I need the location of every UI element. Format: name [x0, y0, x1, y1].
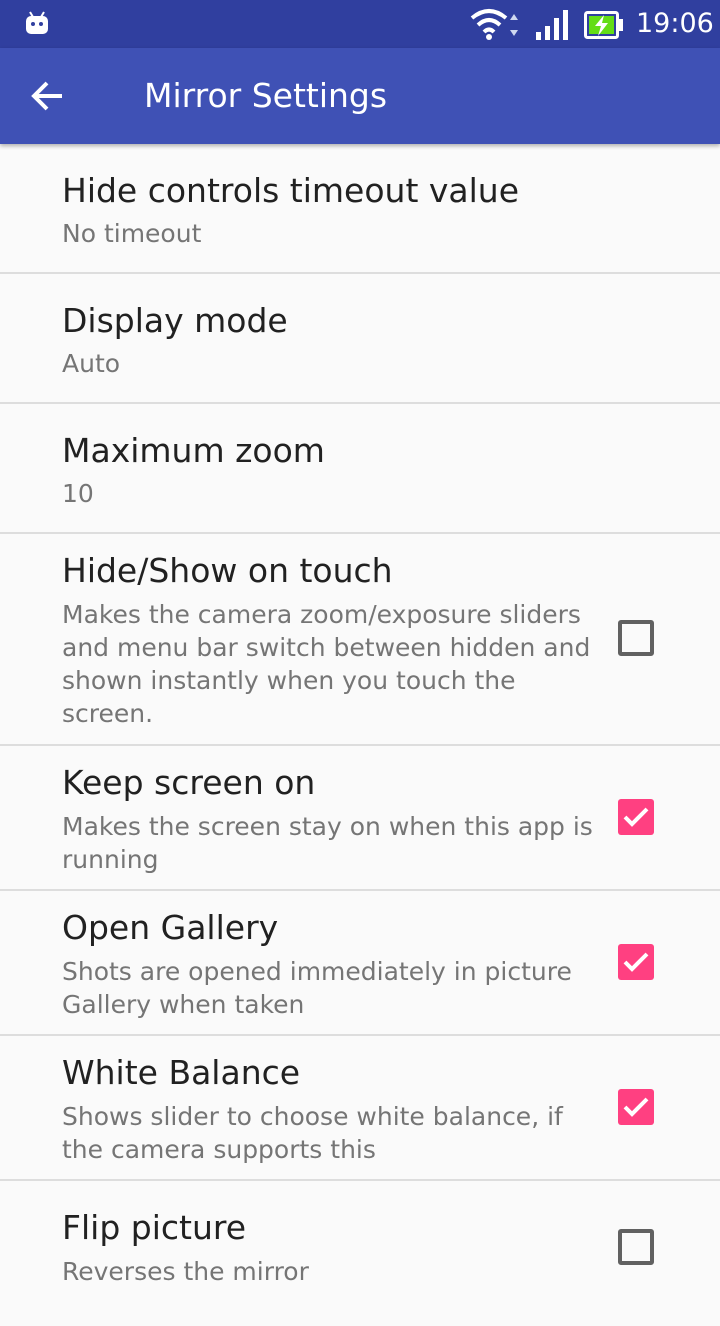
pref-summary: Shows slider to choose white balance, if… — [62, 1102, 563, 1164]
battery-charging-icon — [584, 11, 623, 39]
pref-title: Maximum zoom — [62, 431, 325, 470]
check-icon — [623, 807, 649, 827]
back-button[interactable] — [24, 72, 72, 120]
pref-title: Hide controls timeout value — [62, 171, 520, 210]
app-bar: Mirror Settings — [0, 48, 720, 144]
pref-title: Hide/Show on touch — [62, 551, 393, 590]
open-gallery-checkbox[interactable] — [618, 944, 654, 980]
pref-hide-controls-timeout[interactable]: Hide controls timeout value No timeout — [0, 144, 720, 274]
status-time: 19:06 — [636, 8, 714, 39]
pref-open-gallery[interactable]: Open Gallery Shots are opened immediatel… — [0, 891, 720, 1036]
android-icon — [26, 11, 48, 34]
pref-keep-screen-on[interactable]: Keep screen on Makes the screen stay on … — [0, 746, 720, 891]
pref-white-balance[interactable]: White Balance Shows slider to choose whi… — [0, 1036, 720, 1181]
pref-summary: Shots are opened immediately in picture … — [62, 957, 572, 1019]
pref-title: Keep screen on — [62, 763, 316, 802]
pref-hide-show-on-touch[interactable]: Hide/Show on touch Makes the camera zoom… — [0, 534, 720, 746]
check-icon — [623, 1097, 649, 1117]
pref-summary: Makes the screen stay on when this app i… — [62, 812, 593, 874]
pref-flip-picture[interactable]: Flip picture Reverses the mirror — [0, 1181, 720, 1326]
pref-title: White Balance — [62, 1053, 301, 1092]
preferences-list: Hide controls timeout value No timeout D… — [0, 144, 720, 1326]
hide-show-checkbox[interactable] — [618, 620, 654, 656]
status-bar: 19:06 — [0, 0, 720, 48]
pref-summary: Auto — [62, 349, 121, 378]
white-balance-checkbox[interactable] — [618, 1089, 654, 1125]
pref-title: Flip picture — [62, 1208, 247, 1247]
pref-summary: 10 — [62, 479, 94, 508]
arrow-back-icon — [31, 81, 62, 111]
pref-summary: Makes the camera zoom/exposure sliders a… — [62, 600, 591, 728]
check-icon — [623, 952, 649, 972]
wifi-icon — [470, 9, 518, 40]
pref-title: Display mode — [62, 301, 288, 340]
flip-picture-checkbox[interactable] — [618, 1229, 654, 1265]
page-title: Mirror Settings — [144, 76, 388, 115]
pref-display-mode[interactable]: Display mode Auto — [0, 274, 720, 404]
keep-screen-on-checkbox[interactable] — [618, 799, 654, 835]
pref-summary: Reverses the mirror — [62, 1257, 309, 1286]
pref-summary: No timeout — [62, 219, 202, 248]
signal-icon — [536, 10, 568, 40]
pref-maximum-zoom[interactable]: Maximum zoom 10 — [0, 404, 720, 534]
pref-title: Open Gallery — [62, 908, 279, 947]
